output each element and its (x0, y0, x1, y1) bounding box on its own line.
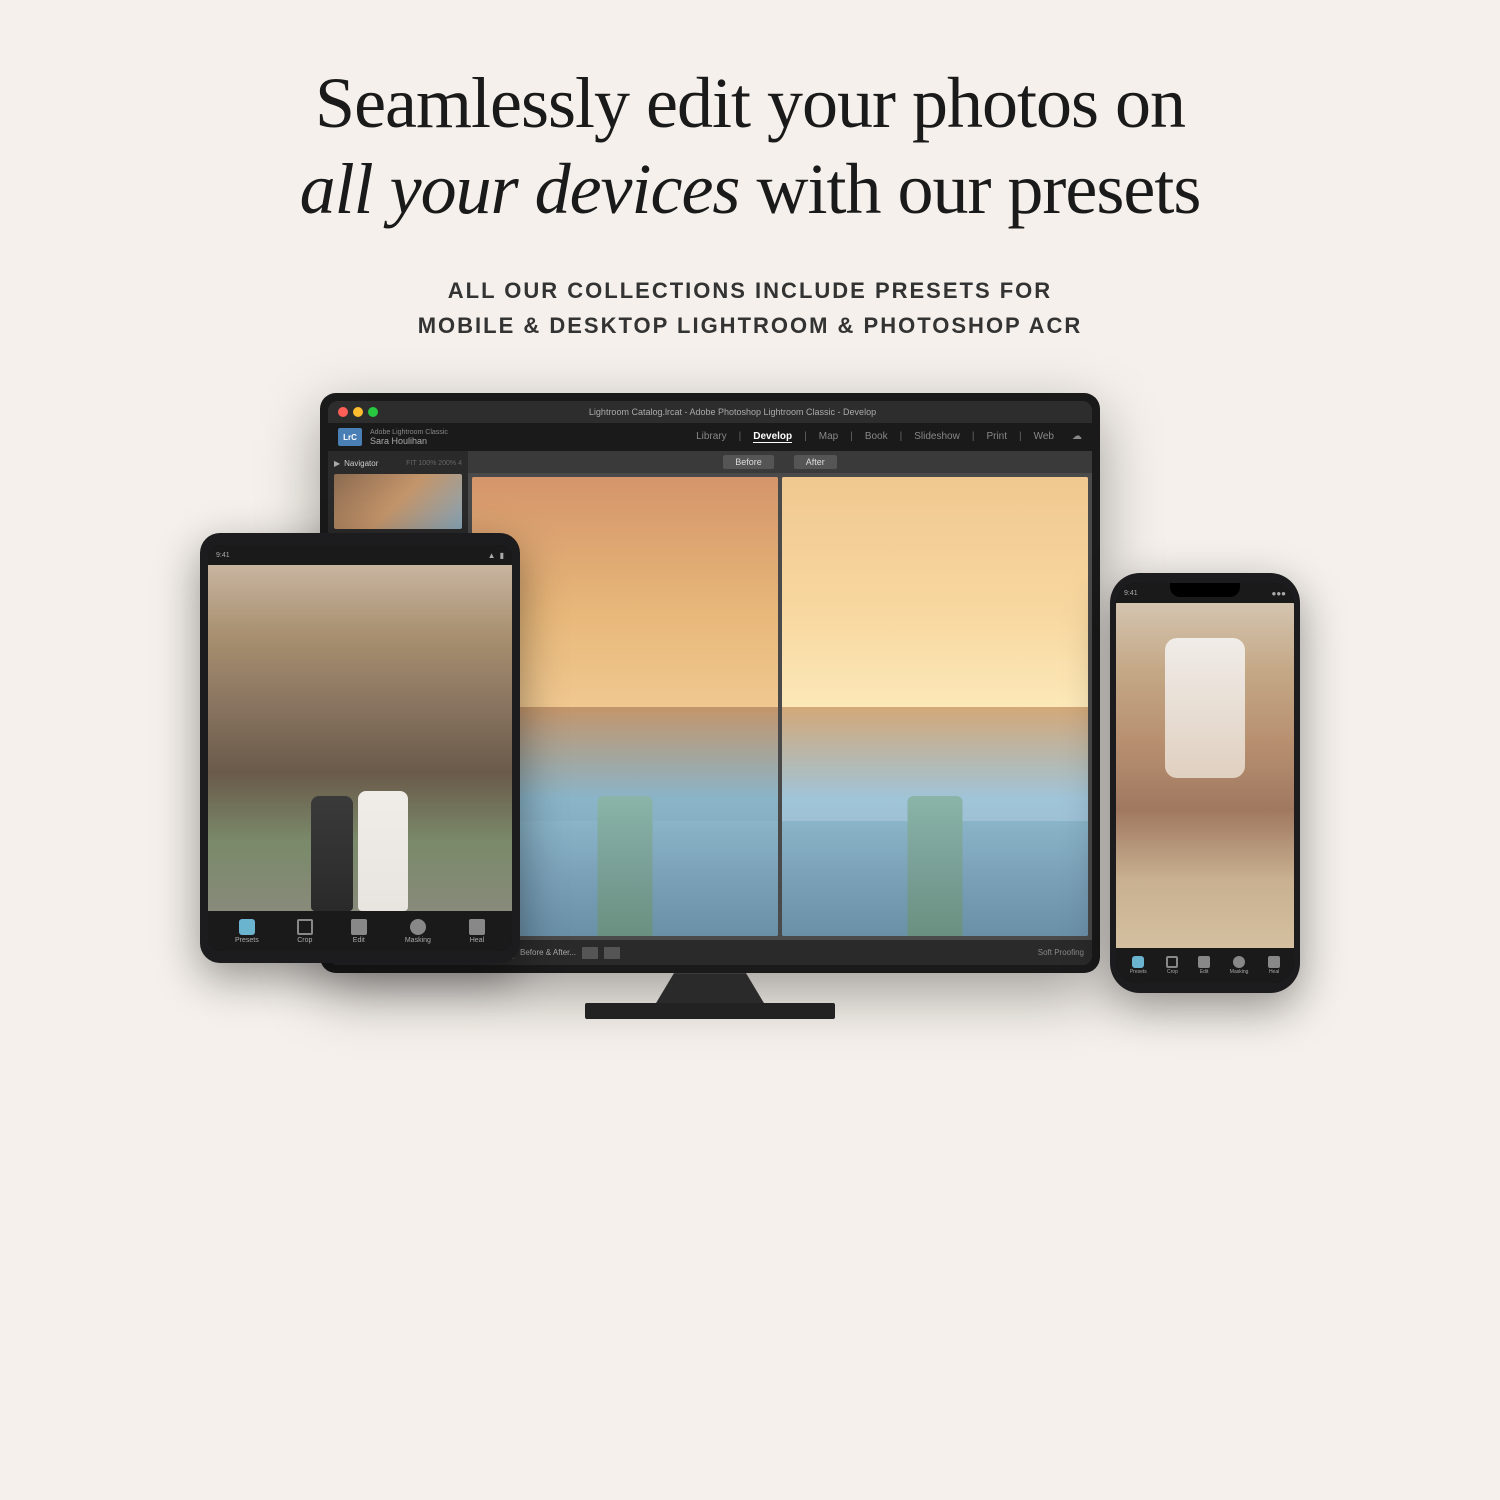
tab-develop[interactable]: Develop (753, 431, 792, 443)
crop-icon (297, 919, 313, 935)
subtitle-line1: ALL OUR COLLECTIONS INCLUDE PRESETS FOR (448, 278, 1052, 303)
wedding-couple (254, 634, 467, 911)
presets-icon (239, 919, 255, 935)
lr-top-nav: LrC Adobe Lightroom Classic Sara Houliha… (328, 423, 1092, 451)
soft-proofing-label: Soft Proofing (1038, 948, 1084, 957)
crop-label: Crop (297, 937, 312, 944)
iphone-tool-heal[interactable]: Heal (1268, 956, 1280, 975)
tab-slideshow[interactable]: Slideshow (914, 431, 960, 443)
sky-after (782, 477, 1088, 707)
groom-figure (311, 796, 353, 911)
ipad-tool-presets[interactable]: Presets (235, 919, 259, 944)
woman-portrait-figure (1165, 638, 1245, 778)
monitor-titlebar: Lightroom Catalog.lrcat - Adobe Photosho… (328, 401, 1092, 423)
maximize-dot-icon (368, 407, 378, 417)
ipad-toolbar: Presets Crop Edit Masking (208, 911, 512, 951)
bride-figure (358, 791, 408, 911)
iphone-heal-icon (1268, 956, 1280, 968)
lr-before-after-bar: Before After (468, 451, 1092, 473)
heal-icon (469, 919, 485, 935)
before-after-label: Before & After... (520, 948, 576, 957)
ipad-battery-icon: ▮ (500, 551, 504, 560)
ipad-photo (208, 565, 512, 911)
edit-label: Edit (353, 937, 365, 944)
lr-user-name: Sara Houlihan (370, 436, 448, 446)
iphone-masking-icon (1233, 956, 1245, 968)
titlebar-text: Lightroom Catalog.lrcat - Adobe Photosho… (383, 407, 1082, 417)
ipad-device: 9:41 ▲ ▮ Presets (200, 533, 520, 963)
navigator-title: ▶ Navigator FIT 100% 200% 4 (334, 459, 462, 468)
monitor-stand (650, 973, 770, 1003)
iphone-device: 9:41 ●●● Presets Crop (1110, 573, 1300, 993)
woman-figure-before (598, 796, 653, 936)
ipad-statusbar: 9:41 ▲ ▮ (208, 545, 512, 565)
iphone-crop-label: Crop (1167, 969, 1178, 975)
lr-tabs: Library | Develop | Map | Book | Slidesh… (696, 431, 1082, 443)
iphone-body: 9:41 ●●● Presets Crop (1110, 573, 1300, 993)
masking-icon (410, 919, 426, 935)
title-line2: with our presets (756, 149, 1200, 229)
tab-print[interactable]: Print (986, 431, 1007, 443)
heal-label: Heal (470, 937, 484, 944)
tab-library[interactable]: Library (696, 431, 727, 443)
ipad-wifi-icon: ▲ (488, 551, 496, 560)
presets-label: Presets (235, 937, 259, 944)
nav-prev-icon[interactable] (582, 947, 598, 959)
lr-preview (334, 474, 462, 529)
iphone-signal-icon: ●●● (1272, 589, 1287, 598)
tab-book[interactable]: Book (865, 431, 888, 443)
ipad-tool-crop[interactable]: Crop (297, 919, 313, 944)
main-title: Seamlessly edit your photos on all your … (150, 60, 1350, 233)
tab-map[interactable]: Map (819, 431, 838, 443)
woman-body-before (598, 796, 653, 936)
minimize-dot-icon (353, 407, 363, 417)
iphone-time: 9:41 (1124, 590, 1138, 597)
header-section: Seamlessly edit your photos on all your … (150, 0, 1350, 363)
tab-web[interactable]: Web (1034, 431, 1054, 443)
iphone-edit-icon (1198, 956, 1210, 968)
ipad-tool-heal[interactable]: Heal (469, 919, 485, 944)
title-line1: Seamlessly edit your photos on (315, 63, 1185, 143)
iphone-toolbar: Presets Crop Edit Masking (1116, 948, 1294, 983)
masking-label: Masking (405, 937, 431, 944)
iphone-crop-icon (1166, 956, 1178, 968)
lr-logo-icon: LrC (338, 428, 362, 446)
lr-app-name: Adobe Lightroom Classic (370, 429, 448, 436)
devices-container: Lightroom Catalog.lrcat - Adobe Photosho… (200, 393, 1300, 1243)
subtitle-line2: MOBILE & DESKTOP LIGHTROOM & PHOTOSHOP A… (418, 313, 1083, 338)
after-image (782, 477, 1088, 936)
lr-bottom-bar: Before & After... Soft Proofing (468, 940, 1092, 965)
ipad-screen: 9:41 ▲ ▮ Presets (208, 545, 512, 951)
monitor-base (585, 1003, 835, 1019)
iphone-tool-edit[interactable]: Edit (1198, 956, 1210, 975)
cloud-icon: ☁ (1072, 431, 1082, 443)
before-button[interactable]: Before (723, 455, 774, 469)
ipad-tool-edit[interactable]: Edit (351, 919, 367, 944)
woman-figure-after (908, 796, 963, 936)
iphone-tool-presets[interactable]: Presets (1130, 956, 1147, 975)
after-button[interactable]: After (794, 455, 837, 469)
lr-content: Before After (468, 451, 1092, 965)
lr-images-area (468, 473, 1092, 940)
ipad-body: 9:41 ▲ ▮ Presets (200, 533, 520, 963)
ipad-tool-masking[interactable]: Masking (405, 919, 431, 944)
iphone-edit-label: Edit (1200, 969, 1209, 975)
iphone-presets-label: Presets (1130, 969, 1147, 975)
ipad-time: 9:41 (216, 552, 230, 559)
iphone-heal-label: Heal (1269, 969, 1279, 975)
iphone-tool-masking[interactable]: Masking (1230, 956, 1249, 975)
edit-icon (351, 919, 367, 935)
iphone-tool-crop[interactable]: Crop (1166, 956, 1178, 975)
subtitle: ALL OUR COLLECTIONS INCLUDE PRESETS FOR … (150, 273, 1350, 343)
iphone-screen: 9:41 ●●● Presets Crop (1116, 583, 1294, 983)
close-dot-icon (338, 407, 348, 417)
iphone-notch (1170, 583, 1240, 597)
title-italic: all your devices (300, 149, 740, 229)
woman-body-after (908, 796, 963, 936)
nav-next-icon[interactable] (604, 947, 620, 959)
iphone-masking-label: Masking (1230, 969, 1249, 975)
iphone-photo (1116, 603, 1294, 948)
iphone-presets-icon (1132, 956, 1144, 968)
